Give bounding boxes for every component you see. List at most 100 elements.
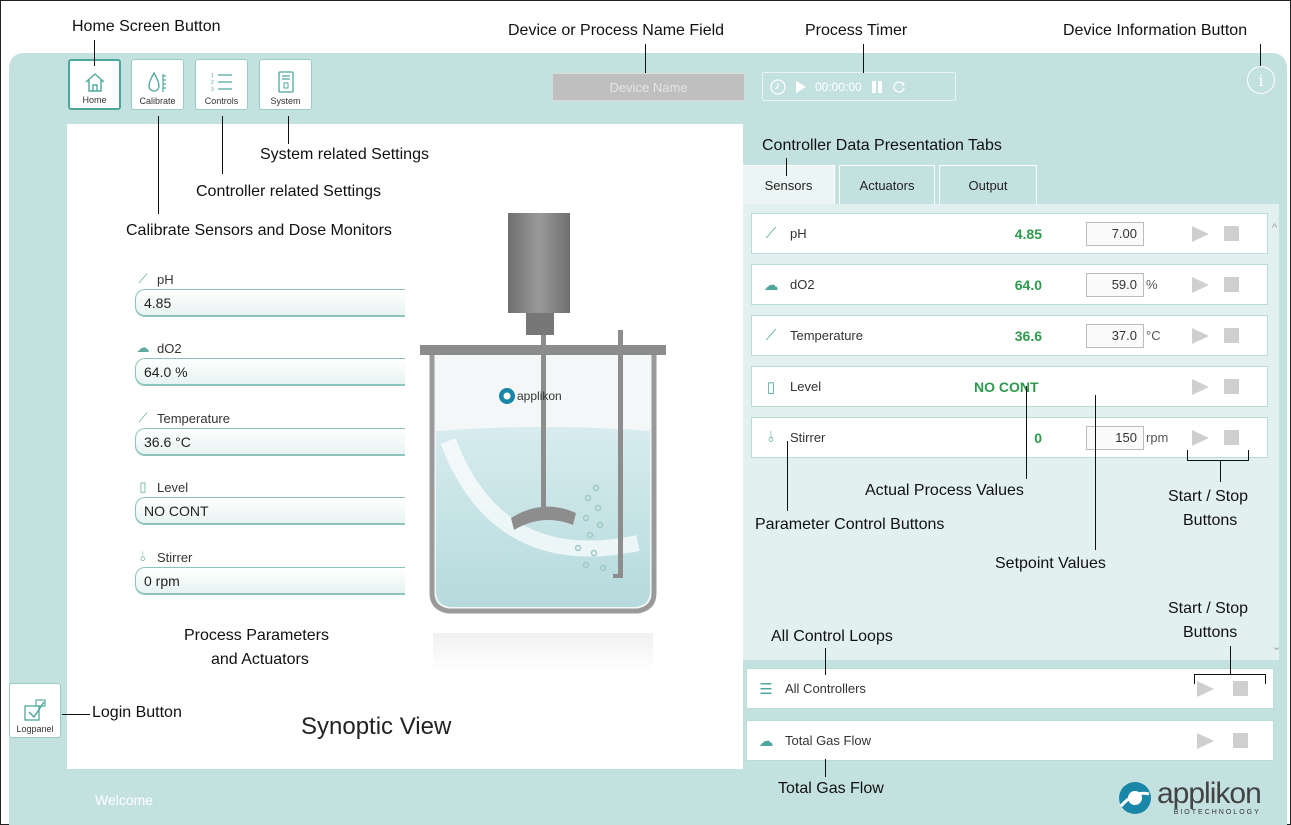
param-level[interactable]: ▯ Level NO CONT xyxy=(135,477,405,525)
actual-value: 0 xyxy=(1034,429,1042,446)
timer-value: 00:00:00 xyxy=(815,79,862,94)
tab-actuators[interactable]: Actuators xyxy=(839,165,935,205)
annotation-device-info: Device Information Button xyxy=(1063,22,1248,39)
controller-row-level[interactable]: ▯ Level NO CONT xyxy=(751,366,1268,407)
login-icon xyxy=(24,699,46,721)
annotation-line xyxy=(825,759,826,777)
annotation-line xyxy=(288,116,289,144)
controller-name: Stirrer xyxy=(790,430,826,445)
controls-button[interactable]: 123 Controls xyxy=(195,59,248,110)
synoptic-view-title: Synoptic View xyxy=(301,713,452,740)
param-value: 64.0 % xyxy=(135,358,405,386)
stop-button[interactable] xyxy=(1233,733,1248,748)
reset-icon[interactable] xyxy=(892,80,906,94)
annotation-line xyxy=(1220,460,1221,482)
unit-label: rpm xyxy=(1146,430,1169,445)
param-temperature[interactable]: ⟋ Temperature 36.6 °C xyxy=(135,408,405,456)
annotation-line xyxy=(787,441,788,511)
level-beaker-icon: ▯ xyxy=(139,479,147,494)
device-name-field[interactable]: Device Name xyxy=(552,73,745,101)
annotation-start-stop-bottom-1: Start / Stop xyxy=(1168,600,1249,617)
controller-row-temperature[interactable]: ⟋ Temperature 36.6 37.0 °C xyxy=(751,315,1268,356)
annotation-line xyxy=(1265,674,1266,684)
svg-text:2: 2 xyxy=(211,80,214,86)
scroll-up-icon[interactable]: ^ xyxy=(1272,222,1277,234)
stop-button[interactable] xyxy=(1224,328,1239,343)
annotation-data-tabs: Controller Data Presentation Tabs xyxy=(762,137,1002,154)
thermometer-icon: ⟋ xyxy=(765,327,777,344)
param-label: Stirrer xyxy=(157,549,193,565)
start-button[interactable] xyxy=(1192,276,1209,293)
unit-label: % xyxy=(1146,277,1158,292)
annotation-device-name: Device or Process Name Field xyxy=(508,22,725,39)
setpoint-value[interactable]: 59.0 xyxy=(1086,272,1144,297)
brand-logo: applikon BIOTECHNOLOGY xyxy=(1117,779,1262,816)
param-label: pH xyxy=(157,271,174,287)
play-icon[interactable] xyxy=(795,80,807,94)
tab-output[interactable]: Output xyxy=(939,165,1037,205)
actual-value: 36.6 xyxy=(1014,327,1042,344)
stop-button[interactable] xyxy=(1224,379,1239,394)
param-ph[interactable]: ⟋ pH 4.85 xyxy=(135,269,405,317)
controller-row-do2[interactable]: ☁ dO2 64.0 59.0 % xyxy=(751,264,1268,305)
row-name: All Controllers xyxy=(785,681,866,696)
login-button[interactable]: Logpanel xyxy=(9,683,61,738)
svg-text:1: 1 xyxy=(211,73,214,79)
annotation-start-stop-1: Start / Stop xyxy=(1168,488,1249,505)
total-gas-flow-row[interactable]: ☁ Total Gas Flow xyxy=(746,720,1274,761)
device-info-button[interactable]: i xyxy=(1247,66,1275,94)
start-button[interactable] xyxy=(1192,429,1209,446)
param-stirrer[interactable]: ⫰ Stirrer 0 rpm xyxy=(135,547,405,595)
param-label: Temperature xyxy=(157,410,230,426)
annotation-total-gas-flow: Total Gas Flow xyxy=(778,780,884,797)
process-timer: 00:00:00 xyxy=(762,72,956,101)
pause-icon[interactable] xyxy=(870,80,884,94)
annotation-process-params-1: Process Parameters xyxy=(184,627,329,644)
unit-label: °C xyxy=(1146,328,1161,343)
annotation-line xyxy=(1187,460,1249,461)
bioreactor-vessel-illustration: applikon xyxy=(420,213,666,673)
tab-sensors[interactable]: Sensors xyxy=(742,165,835,205)
controller-name: Temperature xyxy=(790,328,863,343)
annotation-line xyxy=(1026,386,1027,479)
annotation-all-control-loops: All Control Loops xyxy=(771,628,893,645)
annotation-line xyxy=(1187,450,1188,460)
start-button[interactable] xyxy=(1192,327,1209,344)
start-button[interactable] xyxy=(1192,225,1209,242)
clock-icon[interactable] xyxy=(769,78,787,96)
scroll-down-icon[interactable]: ⌄ xyxy=(1272,640,1281,653)
setpoint-value[interactable]: 7.00 xyxy=(1086,221,1144,246)
stop-all-button[interactable] xyxy=(1233,681,1248,696)
controller-row-stirrer[interactable]: ⫰ Stirrer 0 150 rpm xyxy=(751,417,1268,458)
info-icon: i xyxy=(1258,70,1264,90)
annotation-line xyxy=(645,44,646,73)
start-all-button[interactable] xyxy=(1197,680,1214,697)
applikon-logo-icon xyxy=(1119,781,1151,814)
param-label: dO2 xyxy=(157,340,182,356)
welcome-text: Welcome xyxy=(95,792,154,808)
home-button[interactable]: Home xyxy=(68,59,121,110)
annotation-line xyxy=(1095,395,1096,550)
param-label: Level xyxy=(157,479,189,495)
annotation-home-screen-button: Home Screen Button xyxy=(72,18,221,35)
stop-button[interactable] xyxy=(1224,430,1239,445)
stop-button[interactable] xyxy=(1224,277,1239,292)
vessel-brand-text: applikon xyxy=(517,389,562,403)
param-do2[interactable]: ☁ dO2 64.0 % xyxy=(135,338,405,386)
annotation-line xyxy=(94,40,95,66)
annotation-line xyxy=(1230,646,1231,674)
calibrate-button-label: Calibrate xyxy=(139,96,176,106)
calibrate-button[interactable]: Calibrate xyxy=(131,59,184,110)
annotation-line xyxy=(863,44,864,73)
system-button[interactable]: System xyxy=(259,59,312,110)
controller-row-ph[interactable]: ⟋ pH 4.85 7.00 xyxy=(751,213,1268,254)
setpoint-value[interactable]: 37.0 xyxy=(1086,323,1144,348)
stop-button[interactable] xyxy=(1224,226,1239,241)
start-button[interactable] xyxy=(1192,378,1209,395)
start-button[interactable] xyxy=(1197,732,1214,749)
row-name: Total Gas Flow xyxy=(785,733,871,748)
annotation-actual-values: Actual Process Values xyxy=(865,482,1024,499)
cloud-icon: ☁ xyxy=(136,340,150,355)
annotation-start-stop-2: Buttons xyxy=(1183,512,1238,529)
annotation-process-params-2: and Actuators xyxy=(211,651,309,668)
